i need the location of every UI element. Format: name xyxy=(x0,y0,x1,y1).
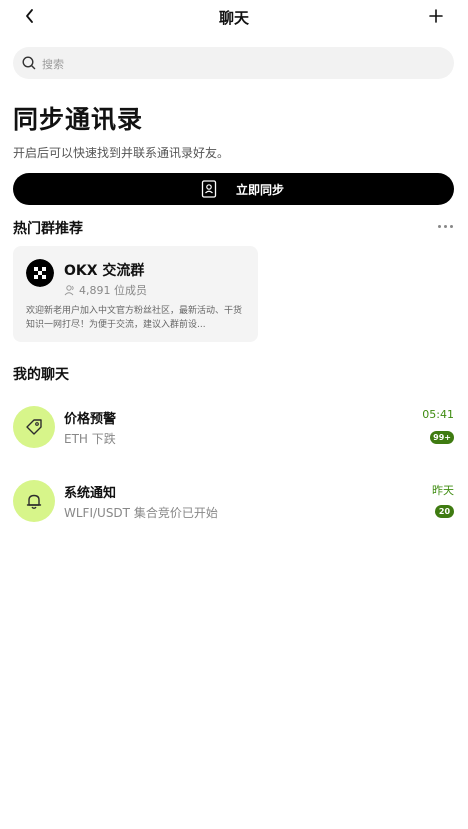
my-chats-title: 我的聊天 xyxy=(13,367,69,383)
hot-groups-title: 热门群推荐 xyxy=(13,221,83,237)
group-name: OKX 交流群 xyxy=(64,263,145,279)
page-title: 聊天 xyxy=(218,9,249,27)
group-card[interactable]: OKX 交流群 4,891 位成员 欢迎新老用户加入中文官方粉丝社区，最新活动、… xyxy=(13,246,258,342)
contact-book-icon xyxy=(201,180,217,198)
chat-last-message: ETH 下跌 xyxy=(64,432,116,446)
chat-item-price-alert[interactable]: 价格预警 ETH 下跌 05:41 99+ xyxy=(0,406,468,466)
more-horizontal-icon[interactable] xyxy=(438,224,454,230)
top-bar: 聊天 xyxy=(0,0,468,34)
search-input[interactable] xyxy=(40,47,444,81)
chat-time: 05:41 xyxy=(422,408,454,421)
search-bar[interactable] xyxy=(13,47,454,81)
group-members: 4,891 位成员 xyxy=(64,282,147,298)
chat-item-system-notice[interactable]: 系统通知 WLFI/USDT 集合竞价已开始 昨天 20 xyxy=(0,480,468,540)
price-tag-icon xyxy=(26,419,42,435)
sync-contacts-button[interactable]: 立即同步 xyxy=(13,173,454,205)
okx-logo-icon xyxy=(26,259,54,287)
search-icon xyxy=(22,56,36,70)
chat-name: 系统通知 xyxy=(64,486,117,501)
sync-button-label: 立即同步 xyxy=(236,183,285,197)
contacts-subtitle: 开启后可以快速找到并联系通讯录好友。 xyxy=(13,146,230,160)
avatar xyxy=(13,480,55,522)
group-members-count: 4,891 位成员 xyxy=(79,284,147,297)
group-description: 欢迎新老用户加入中文官方粉丝社区，最新活动、干货知识一网打尽！为便于交流，建议入… xyxy=(26,306,243,330)
chat-time: 昨天 xyxy=(432,484,454,497)
avatar xyxy=(13,406,55,448)
contacts-title: 同步通讯录 xyxy=(13,105,144,134)
bell-icon xyxy=(26,494,42,509)
chat-last-message: WLFI/USDT 集合竞价已开始 xyxy=(64,506,218,520)
members-icon xyxy=(64,285,74,296)
chat-name: 价格预警 xyxy=(64,412,117,427)
unread-badge: 99+ xyxy=(430,431,454,444)
unread-badge: 20 xyxy=(435,505,454,518)
plus-icon[interactable] xyxy=(426,6,446,26)
